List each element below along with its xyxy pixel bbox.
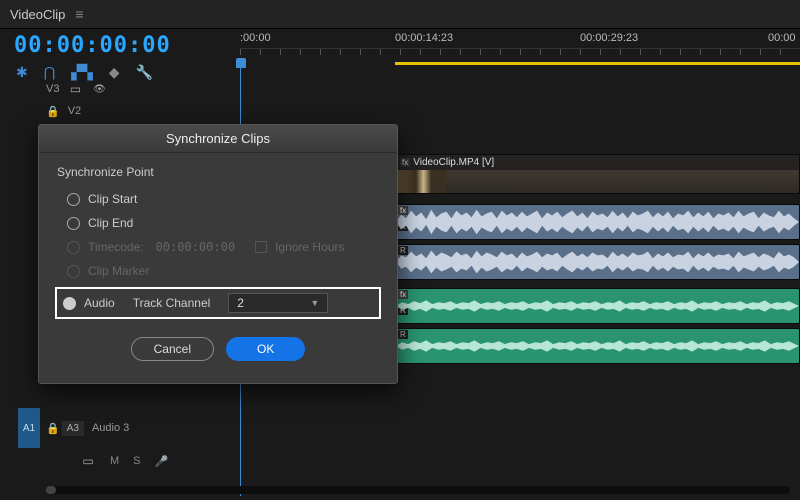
- waveform: [396, 329, 799, 346]
- clip-thumbnail: [396, 170, 446, 194]
- fx-badge-icon[interactable]: fx: [400, 158, 410, 167]
- section-label: Synchronize Point: [57, 165, 379, 179]
- radio-icon[interactable]: [63, 297, 76, 310]
- clip-name: VideoClip.MP4 [V]: [413, 157, 494, 168]
- playhead[interactable]: [240, 58, 250, 68]
- ruler-ticks: [240, 48, 800, 62]
- ruler-tick-0: :00:00: [240, 32, 271, 44]
- fx-badge-icon[interactable]: fx: [398, 206, 408, 215]
- track-channel-label: Track Channel: [133, 296, 211, 310]
- audio-clip-2[interactable]: R: [395, 244, 800, 280]
- track-badge-a3[interactable]: A3: [62, 421, 84, 436]
- clip-header: fx VideoClip.MP4 [V]: [396, 155, 799, 170]
- dialog-body: Synchronize Point Clip Start Clip End Ti…: [39, 153, 397, 383]
- checkbox-icon: [255, 241, 267, 253]
- option-label: Clip Start: [88, 192, 137, 206]
- option-label: Clip Marker: [88, 264, 149, 278]
- synchronize-clips-dialog: Synchronize Clips Synchronize Point Clip…: [38, 124, 398, 384]
- audio-clip-1[interactable]: fx L R: [395, 204, 800, 240]
- horizontal-scrollbar[interactable]: [46, 486, 790, 494]
- option-label: Timecode:: [88, 240, 144, 254]
- ok-button[interactable]: OK: [226, 337, 305, 361]
- radio-icon: [67, 241, 80, 254]
- mute-button[interactable]: M: [110, 455, 119, 467]
- waveform: [396, 346, 799, 363]
- chevron-down-icon: ▼: [310, 298, 319, 308]
- solo-button[interactable]: S: [133, 455, 140, 467]
- option-label: Audio: [84, 296, 115, 310]
- dialog-title: Synchronize Clips: [39, 125, 397, 153]
- radio-icon[interactable]: [67, 217, 80, 230]
- track-label: V2: [68, 105, 81, 117]
- ruler-tick-3: 00:00: [768, 32, 796, 44]
- option-audio-highlight: Audio Track Channel 2 ▼: [55, 287, 381, 319]
- timecode-value: 00:00:00:00: [156, 240, 235, 254]
- playhead-timecode[interactable]: 00:00:00:00: [14, 33, 171, 58]
- waveform: [396, 306, 799, 323]
- ruler-tick-1: 00:00:14:23: [395, 32, 453, 44]
- track-label: V3: [46, 83, 59, 95]
- sequence-title: VideoClip: [10, 7, 65, 22]
- track-output-icon[interactable]: [67, 82, 83, 96]
- panel-menu-icon[interactable]: ≡: [75, 6, 83, 22]
- radio-icon: [67, 265, 80, 278]
- lock-icon[interactable]: 🔒: [46, 105, 60, 118]
- track-name-a3: Audio 3: [92, 422, 129, 434]
- waveform: [396, 262, 799, 279]
- ignore-hours-label: Ignore Hours: [275, 240, 344, 254]
- voiceover-mic-icon[interactable]: 🎤: [155, 455, 169, 468]
- option-clip-start[interactable]: Clip Start: [57, 187, 379, 211]
- track-output-icon[interactable]: [80, 454, 96, 468]
- track-visibility-icon[interactable]: [91, 82, 107, 96]
- dialog-buttons: Cancel OK: [57, 327, 379, 375]
- select-value: 2: [237, 296, 244, 310]
- fx-badge-icon[interactable]: fx: [398, 290, 408, 299]
- waveform: [396, 245, 799, 262]
- video-clip[interactable]: fx VideoClip.MP4 [V]: [395, 154, 800, 194]
- audio-clip-4[interactable]: R: [395, 328, 800, 364]
- scrollbar-thumb[interactable]: [46, 486, 56, 494]
- ruler-tick-2: 00:00:29:23: [580, 32, 638, 44]
- work-area-bar[interactable]: [395, 62, 800, 65]
- lock-icon[interactable]: 🔒: [46, 422, 60, 435]
- cancel-button[interactable]: Cancel: [131, 337, 214, 361]
- source-patch-a1[interactable]: A1: [18, 408, 40, 448]
- track-controls-row: M S 🎤: [80, 454, 168, 468]
- option-audio[interactable]: Audio: [63, 296, 115, 310]
- option-clip-end[interactable]: Clip End: [57, 211, 379, 235]
- playhead-handle-icon[interactable]: [236, 58, 246, 68]
- track-header-v3[interactable]: V3: [0, 78, 240, 100]
- waveform: [396, 205, 799, 222]
- option-clip-marker: Clip Marker: [57, 259, 379, 283]
- option-timecode: Timecode: 00:00:00:00 Ignore Hours: [57, 235, 379, 259]
- option-label: Clip End: [88, 216, 133, 230]
- waveform: [396, 222, 799, 239]
- waveform: [396, 289, 799, 306]
- track-channel-select[interactable]: 2 ▼: [228, 293, 328, 313]
- timeline-panel-header: VideoClip ≡: [0, 0, 800, 29]
- track-header-a3[interactable]: 🔒 A3 Audio 3 A1: [0, 408, 129, 448]
- radio-icon[interactable]: [67, 193, 80, 206]
- audio-clip-3[interactable]: fx L R: [395, 288, 800, 324]
- time-ruler[interactable]: :00:00 00:00:14:23 00:00:29:23 00:00: [240, 32, 800, 78]
- track-header-v2[interactable]: 🔒 V2: [0, 100, 240, 122]
